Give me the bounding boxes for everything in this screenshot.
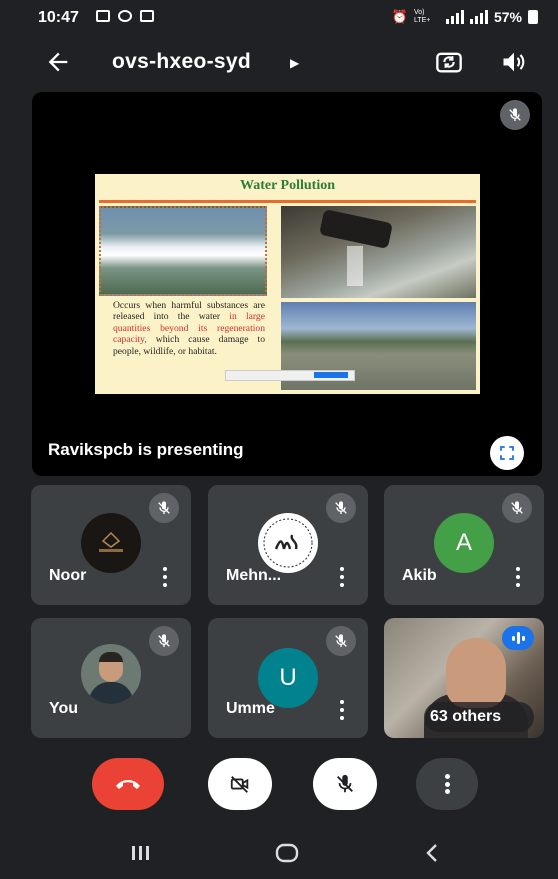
home-icon[interactable] xyxy=(274,842,300,864)
more-options-icon[interactable] xyxy=(340,567,346,587)
chevron-right-icon[interactable]: ▶ xyxy=(290,56,299,70)
more-options-icon[interactable] xyxy=(516,567,522,587)
others-tile[interactable]: 63 others xyxy=(384,618,544,738)
mic-off-icon xyxy=(326,626,356,656)
meeting-header: ovs-hxeo-syd ▶ xyxy=(0,38,558,86)
alarm-icon: ⏰ xyxy=(391,9,408,24)
avatar: A xyxy=(434,513,494,573)
avatar xyxy=(258,513,318,573)
app-notification-icon xyxy=(118,10,132,22)
participant-name: Noor xyxy=(49,567,87,584)
participant-name: Umme xyxy=(226,700,275,717)
participant-name: Akib xyxy=(402,567,437,584)
river-rapids-photo xyxy=(99,206,267,296)
fullscreen-button[interactable] xyxy=(490,436,524,470)
battery-icon xyxy=(528,10,538,24)
speaking-indicator-icon xyxy=(502,626,534,650)
hang-up-icon xyxy=(116,780,140,789)
participant-name: You xyxy=(49,700,79,717)
status-bar: 10:47 ⏰ Vo) LTE+ 57% xyxy=(0,0,558,38)
system-status: ⏰ Vo) LTE+ 57% xyxy=(392,9,538,25)
popup-button xyxy=(314,372,348,378)
slide-body-text: Occurs when harmful substances are relea… xyxy=(113,300,265,357)
mic-off-icon xyxy=(502,493,532,523)
mic-off-icon xyxy=(149,626,179,656)
signal-icon-2 xyxy=(469,10,488,24)
others-count: 63 others xyxy=(430,708,502,725)
more-options-icon[interactable] xyxy=(340,700,346,720)
system-navigation-bar xyxy=(0,826,558,879)
slide-divider xyxy=(99,200,476,203)
back-arrow-icon[interactable] xyxy=(44,48,72,76)
speaker-icon[interactable] xyxy=(500,48,528,76)
participant-tile-noor[interactable]: Noor xyxy=(31,485,191,605)
fullscreen-icon xyxy=(500,446,514,460)
meeting-code[interactable]: ovs-hxeo-syd xyxy=(112,50,251,74)
shared-slide: Water Pollution Occurs when harmful subs… xyxy=(95,174,480,394)
avatar: U xyxy=(258,648,318,708)
gallery-notification-icon xyxy=(96,10,110,22)
participant-tile-umme[interactable]: U Umme xyxy=(208,618,368,738)
more-options-icon[interactable] xyxy=(163,567,169,587)
slide-title: Water Pollution xyxy=(239,178,336,193)
signal-icon xyxy=(445,10,464,24)
notification-icons xyxy=(96,10,154,22)
participant-name: Mehn... xyxy=(226,567,282,584)
mic-toggle-button[interactable] xyxy=(313,758,377,810)
status-time: 10:47 xyxy=(38,9,79,26)
participant-tile-you[interactable]: You xyxy=(31,618,191,738)
avatar xyxy=(81,513,141,573)
nav-back-icon[interactable] xyxy=(424,842,440,864)
battery-percent: 57% xyxy=(493,9,522,25)
end-call-button[interactable] xyxy=(92,758,164,810)
mic-off-icon xyxy=(337,774,353,793)
presentation-view[interactable]: Water Pollution Occurs when harmful subs… xyxy=(32,92,542,476)
presenting-label: Ravikspcb is presenting xyxy=(48,440,244,459)
mic-off-icon xyxy=(326,493,356,523)
more-vert-icon xyxy=(444,774,450,794)
message-notification-icon xyxy=(140,10,154,22)
drain-pipe-photo xyxy=(281,206,476,298)
mic-off-icon xyxy=(149,493,179,523)
camera-off-icon xyxy=(230,776,249,793)
speaker-video-face xyxy=(446,638,506,708)
avatar xyxy=(81,644,141,704)
recent-apps-icon[interactable] xyxy=(130,844,152,862)
more-options-button[interactable] xyxy=(416,758,478,810)
switch-camera-icon[interactable] xyxy=(434,48,464,76)
presenter-mic-off-icon xyxy=(500,100,530,130)
participant-tile-akib[interactable]: A Akib xyxy=(384,485,544,605)
camera-toggle-button[interactable] xyxy=(208,758,272,810)
network-label: Vo) LTE+ xyxy=(413,9,431,24)
participant-tile-mehn[interactable]: Mehn... xyxy=(208,485,368,605)
slide-popup-bar xyxy=(225,370,355,381)
